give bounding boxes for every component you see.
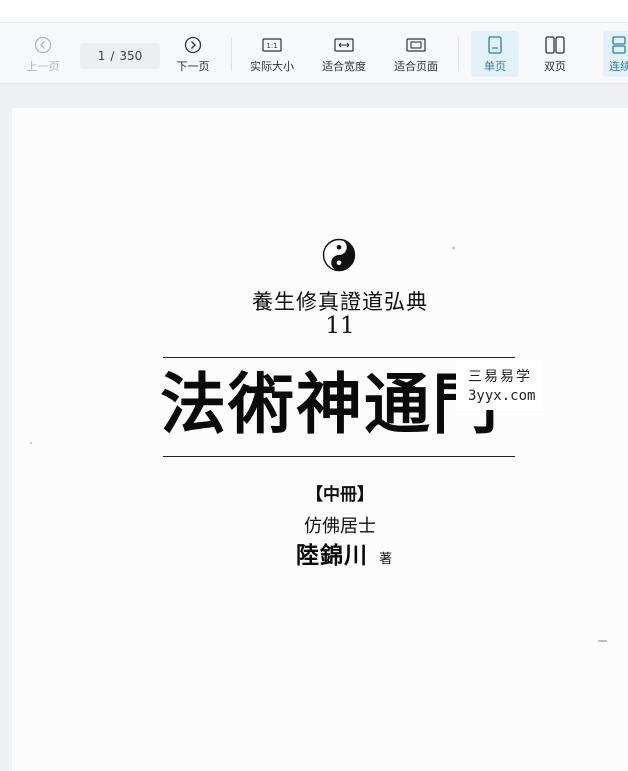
actual-size-label: 实际大小 — [250, 60, 294, 73]
single-page-label: 单页 — [484, 60, 506, 73]
actual-size-button[interactable]: 1:1 实际大小 — [244, 31, 300, 77]
fit-width-label: 适合宽度 — [322, 60, 366, 73]
volume-label: 【中冊】 — [306, 485, 374, 505]
current-page: 1 — [97, 49, 106, 63]
title-rule-top — [163, 357, 515, 358]
fit-width-button[interactable]: 适合宽度 — [316, 31, 372, 77]
window-top-strip — [0, 0, 628, 22]
fit-page-button[interactable]: 适合页面 — [388, 31, 444, 77]
fit-width-icon — [334, 35, 354, 55]
actual-size-icon: 1:1 — [262, 35, 282, 55]
continuous-page-label: 连续 — [609, 60, 628, 73]
author-name: 陸錦川 — [296, 543, 368, 569]
continuous-page-button[interactable]: 连续 — [603, 31, 628, 77]
author-line: 陸錦川 著 — [296, 536, 392, 570]
watermark-line-1: 三易易学 — [468, 369, 532, 385]
scan-speck — [452, 247, 455, 249]
double-page-icon — [545, 35, 565, 55]
prev-page-label: 上一页 — [26, 60, 60, 73]
next-page-button[interactable]: 下一页 — [170, 31, 216, 77]
single-page-button[interactable]: 单页 — [471, 31, 519, 77]
page-separator: / — [110, 49, 115, 63]
chevron-left-circle-icon — [33, 35, 53, 55]
next-page-label: 下一页 — [176, 60, 210, 73]
pen-name: 仿佛居士 — [304, 516, 376, 537]
pdf-toolbar: 上一页 1 / 350 下一页 1:1 实际大小 适合宽度 适合页面 单页 双页… — [0, 22, 628, 84]
watermark-line-2: 3yyx.com — [468, 388, 536, 404]
taiji-icon — [322, 238, 356, 272]
title-rule-bottom — [163, 456, 515, 457]
svg-text:1:1: 1:1 — [266, 42, 277, 50]
chevron-right-circle-icon — [183, 35, 203, 55]
toolbar-divider — [458, 37, 459, 71]
continuous-page-icon — [609, 35, 628, 55]
author-suffix: 著 — [379, 552, 393, 567]
prev-page-button[interactable]: 上一页 — [20, 31, 66, 77]
scan-speck — [30, 442, 32, 444]
double-page-button[interactable]: 双页 — [531, 31, 579, 77]
series-number: 11 — [325, 313, 355, 339]
page-number-input[interactable]: 1 / 350 — [80, 43, 160, 69]
series-title: 養生修真證道弘典 — [252, 290, 428, 314]
toolbar-divider — [231, 37, 232, 71]
scan-speck — [598, 640, 607, 642]
fit-page-icon — [406, 35, 426, 55]
double-page-label: 双页 — [544, 60, 566, 73]
fit-page-label: 适合页面 — [394, 60, 438, 73]
single-page-icon — [485, 35, 505, 55]
total-pages: 350 — [119, 49, 143, 63]
